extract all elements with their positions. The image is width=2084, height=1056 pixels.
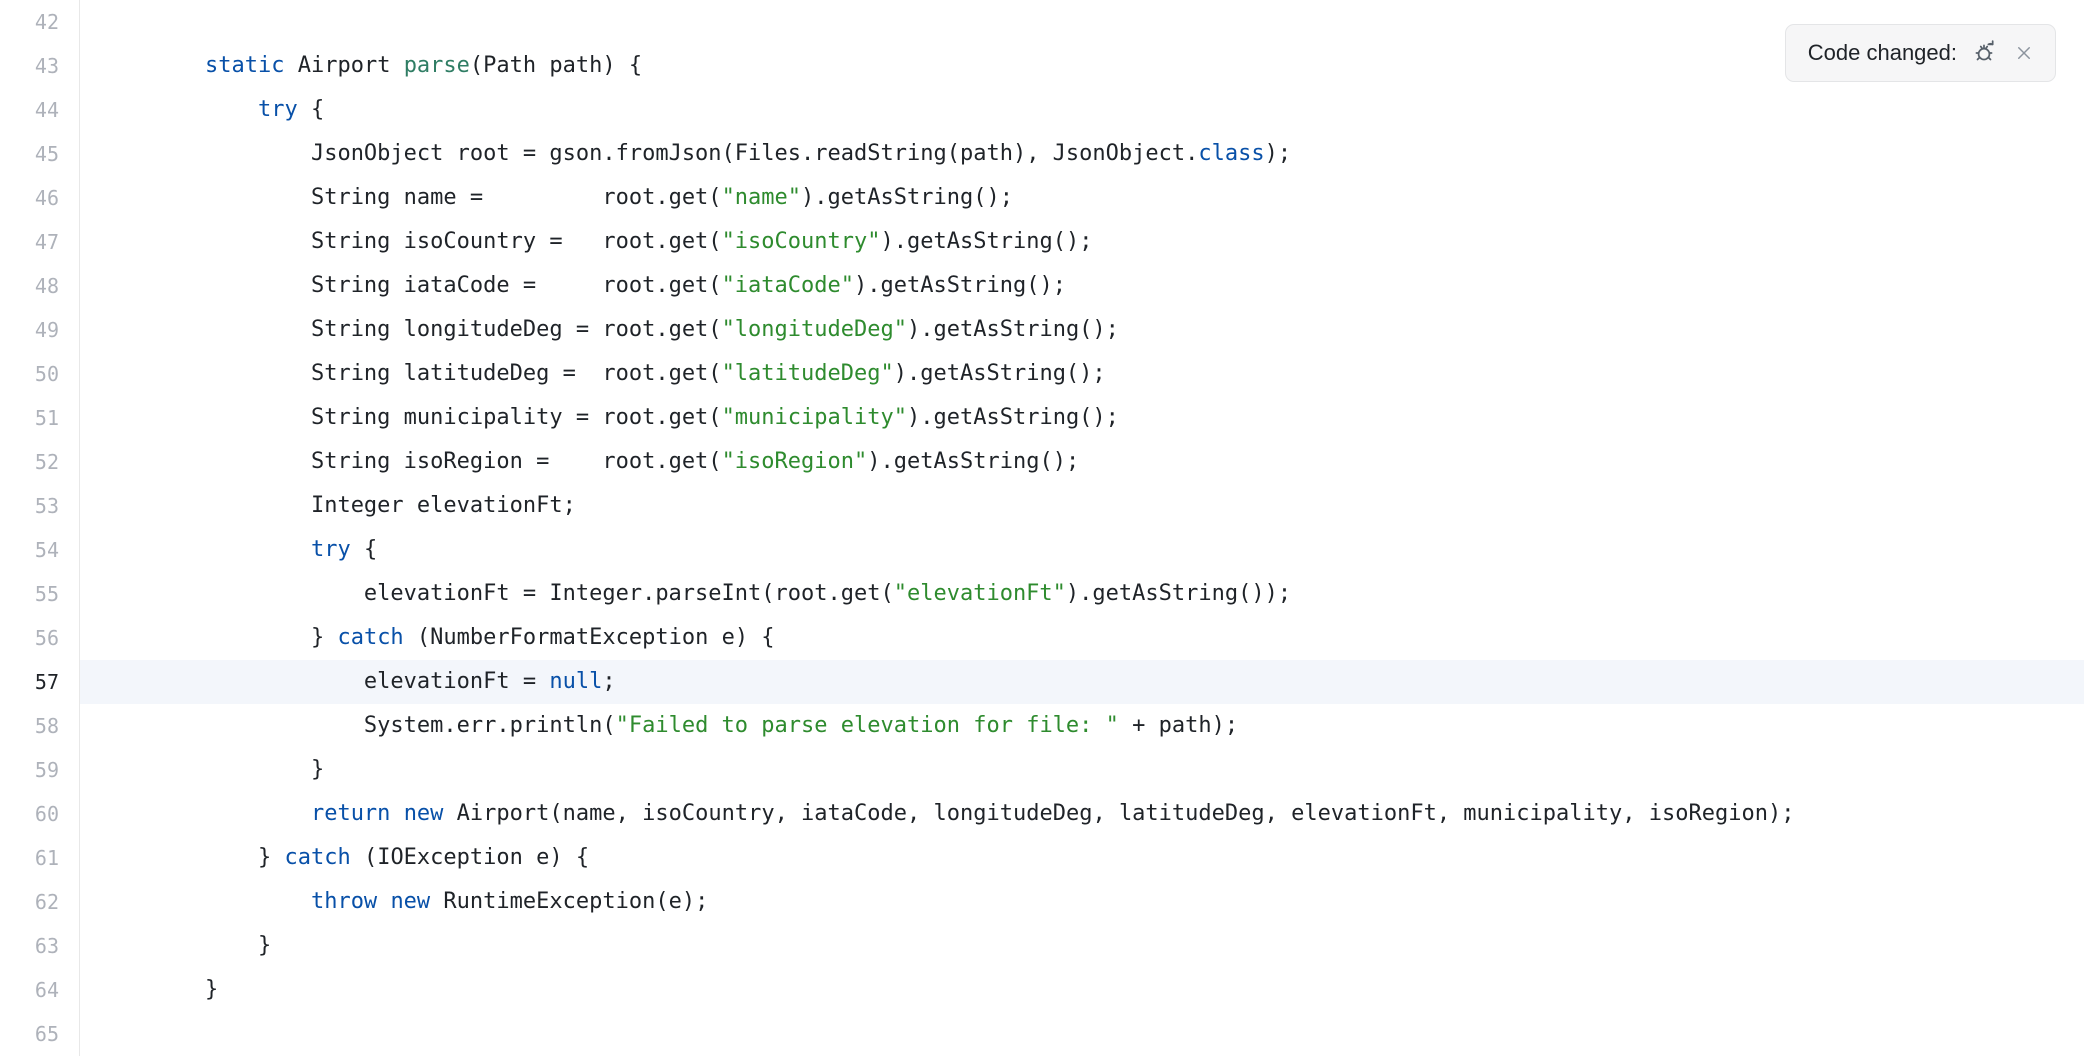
- line-number-gutter: 4243444546474849505152535455565758596061…: [0, 0, 80, 1056]
- code-line[interactable]: String isoCountry = root.get("isoCountry…: [152, 220, 2084, 264]
- line-number: 58: [0, 704, 79, 748]
- code-line[interactable]: try {: [152, 528, 2084, 572]
- line-number: 42: [0, 0, 79, 44]
- line-number: 63: [0, 924, 79, 968]
- line-number: 50: [0, 352, 79, 396]
- line-number: 44: [0, 88, 79, 132]
- code-line[interactable]: elevationFt = null;: [152, 660, 2084, 704]
- line-number: 43: [0, 44, 79, 88]
- close-icon[interactable]: [2011, 40, 2037, 66]
- line-number: 62: [0, 880, 79, 924]
- code-line[interactable]: String name = root.get("name").getAsStri…: [152, 176, 2084, 220]
- line-number: 64: [0, 968, 79, 1012]
- line-number: 53: [0, 484, 79, 528]
- code-line[interactable]: } catch (NumberFormatException e) {: [152, 616, 2084, 660]
- line-number: 51: [0, 396, 79, 440]
- code-line[interactable]: System.err.println("Failed to parse elev…: [152, 704, 2084, 748]
- code-editor[interactable]: 4243444546474849505152535455565758596061…: [0, 0, 2084, 1056]
- code-line[interactable]: String municipality = root.get("municipa…: [152, 396, 2084, 440]
- code-area[interactable]: static Airport parse(Path path) { try { …: [80, 0, 2084, 1056]
- notification-text: Code changed:: [1808, 40, 1957, 66]
- code-line[interactable]: }: [152, 924, 2084, 968]
- line-number: 55: [0, 572, 79, 616]
- code-line[interactable]: } catch (IOException e) {: [152, 836, 2084, 880]
- bug-refresh-icon[interactable]: [1971, 40, 1997, 66]
- line-number: 57: [0, 660, 79, 704]
- code-line[interactable]: [152, 1012, 2084, 1056]
- line-number: 54: [0, 528, 79, 572]
- code-line[interactable]: elevationFt = Integer.parseInt(root.get(…: [152, 572, 2084, 616]
- line-number: 49: [0, 308, 79, 352]
- code-line[interactable]: String longitudeDeg = root.get("longitud…: [152, 308, 2084, 352]
- code-line[interactable]: try {: [152, 88, 2084, 132]
- line-number: 65: [0, 1012, 79, 1056]
- code-line[interactable]: Integer elevationFt;: [152, 484, 2084, 528]
- line-number: 56: [0, 616, 79, 660]
- line-number: 52: [0, 440, 79, 484]
- code-line[interactable]: String isoRegion = root.get("isoRegion")…: [152, 440, 2084, 484]
- code-line[interactable]: }: [152, 748, 2084, 792]
- code-line[interactable]: throw new RuntimeException(e);: [152, 880, 2084, 924]
- code-line[interactable]: }: [152, 968, 2084, 1012]
- line-number: 60: [0, 792, 79, 836]
- line-number: 47: [0, 220, 79, 264]
- line-number: 59: [0, 748, 79, 792]
- code-line[interactable]: String latitudeDeg = root.get("latitudeD…: [152, 352, 2084, 396]
- line-number: 46: [0, 176, 79, 220]
- line-number: 45: [0, 132, 79, 176]
- code-line[interactable]: return new Airport(name, isoCountry, iat…: [152, 792, 2084, 836]
- line-number: 61: [0, 836, 79, 880]
- code-line[interactable]: JsonObject root = gson.fromJson(Files.re…: [152, 132, 2084, 176]
- code-changed-notification: Code changed:: [1785, 24, 2056, 82]
- line-number: 48: [0, 264, 79, 308]
- code-line[interactable]: String iataCode = root.get("iataCode").g…: [152, 264, 2084, 308]
